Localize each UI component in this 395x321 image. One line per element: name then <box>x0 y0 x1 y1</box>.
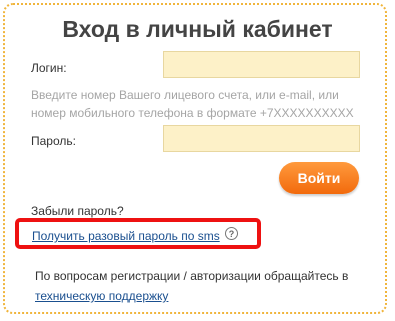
support-text: По вопросам регистрации / авторизации об… <box>35 266 360 306</box>
login-hint: Введите номер Вашего лицевого счета, или… <box>31 88 354 120</box>
login-input[interactable] <box>163 51 360 78</box>
login-button[interactable]: Войти <box>279 162 359 194</box>
page-title: Вход в личный кабинет <box>62 16 333 42</box>
forgot-password-link[interactable]: Забыли пароль? <box>31 204 124 218</box>
password-input[interactable] <box>163 125 360 152</box>
login-label: Логин: <box>31 61 67 75</box>
password-label: Пароль: <box>31 134 76 148</box>
sms-password-link[interactable]: Получить разовый пароль по sms <box>32 229 220 243</box>
support-message: По вопросам регистрации / авторизации об… <box>35 269 349 283</box>
help-icon[interactable]: ? <box>225 227 238 240</box>
support-link[interactable]: техническую поддержку <box>35 289 168 303</box>
